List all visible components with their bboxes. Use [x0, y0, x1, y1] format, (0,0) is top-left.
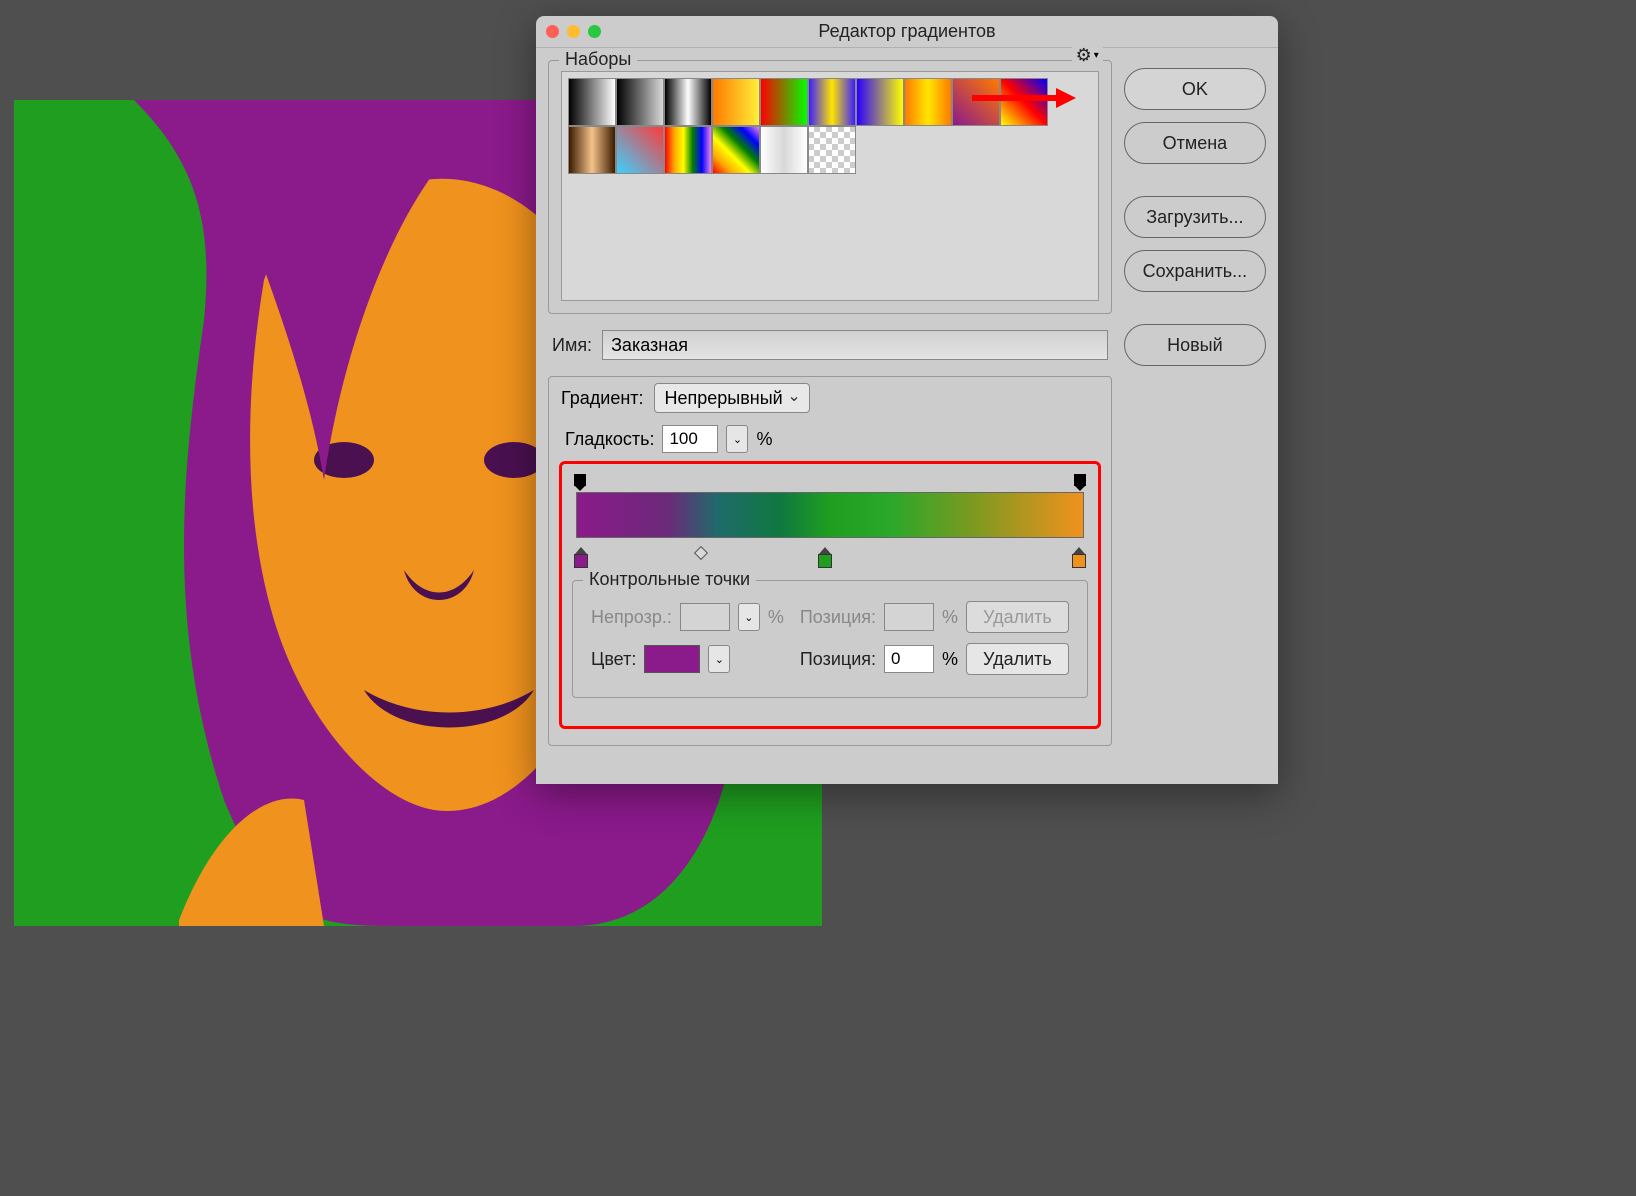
preset-swatch[interactable]	[808, 126, 856, 174]
color-position-unit: %	[942, 649, 958, 670]
preset-swatch[interactable]	[904, 78, 952, 126]
close-icon[interactable]	[546, 25, 559, 38]
control-points-legend: Контрольные точки	[583, 569, 756, 590]
preset-swatch[interactable]	[616, 78, 664, 126]
presets-fieldset: Наборы ⚙ ▾	[548, 60, 1112, 314]
ok-button[interactable]: OK	[1124, 68, 1266, 110]
preset-swatch[interactable]	[712, 126, 760, 174]
preset-swatch[interactable]	[808, 78, 856, 126]
color-label: Цвет:	[591, 649, 636, 670]
opacity-unit: %	[768, 607, 784, 628]
preset-swatch[interactable]	[568, 126, 616, 174]
preset-swatch[interactable]	[856, 78, 904, 126]
titlebar: Редактор градиентов	[536, 16, 1278, 48]
new-button[interactable]: Новый	[1124, 324, 1266, 366]
presets-list[interactable]	[561, 71, 1099, 301]
gradient-editor-dialog: Редактор градиентов Наборы ⚙ ▾ Имя: Град	[536, 16, 1278, 784]
preset-swatch[interactable]	[664, 126, 712, 174]
opacity-dropdown: ⌄	[738, 603, 760, 631]
color-swatch[interactable]	[644, 645, 700, 673]
opacity-label: Непрозр.:	[591, 607, 672, 628]
save-button[interactable]: Сохранить...	[1124, 250, 1266, 292]
preset-swatch[interactable]	[616, 126, 664, 174]
smoothness-dropdown[interactable]: ⌄	[726, 425, 748, 453]
color-dropdown[interactable]: ⌄	[708, 645, 730, 673]
maximize-icon[interactable]	[588, 25, 601, 38]
window-controls	[546, 25, 601, 38]
presets-legend: Наборы	[559, 49, 637, 70]
preset-swatch[interactable]	[568, 78, 616, 126]
smoothness-label: Гладкость:	[565, 429, 654, 450]
preset-swatch[interactable]	[760, 126, 808, 174]
name-input[interactable]	[602, 330, 1108, 360]
cancel-button[interactable]: Отмена	[1124, 122, 1266, 164]
color-position-input[interactable]	[884, 645, 934, 673]
gradient-type-select[interactable]: Непрерывный	[654, 383, 810, 413]
smoothness-unit: %	[756, 429, 772, 450]
gradient-bar-area[interactable]	[572, 474, 1088, 568]
gradient-highlight: Контрольные точки Непрозр.: ⌄ % Позиция:…	[559, 461, 1101, 729]
opacity-stop-right[interactable]	[1072, 474, 1088, 490]
opacity-delete-button: Удалить	[966, 601, 1069, 633]
opacity-stop-left[interactable]	[572, 474, 588, 490]
color-delete-button[interactable]: Удалить	[966, 643, 1069, 675]
midpoint-marker[interactable]	[694, 546, 708, 560]
color-stop-3[interactable]	[1070, 547, 1088, 568]
control-points-fieldset: Контрольные точки Непрозр.: ⌄ % Позиция:…	[572, 580, 1088, 698]
smoothness-input[interactable]	[662, 425, 718, 453]
preset-swatch[interactable]	[664, 78, 712, 126]
color-position-label: Позиция:	[800, 649, 876, 670]
load-button[interactable]: Загрузить...	[1124, 196, 1266, 238]
gear-icon[interactable]: ⚙	[1076, 45, 1092, 66]
minimize-icon[interactable]	[567, 25, 580, 38]
gear-dropdown-icon[interactable]: ▾	[1094, 50, 1099, 61]
preset-swatch[interactable]	[1000, 78, 1048, 126]
preset-swatch[interactable]	[712, 78, 760, 126]
opacity-position-unit: %	[942, 607, 958, 628]
dialog-title: Редактор градиентов	[536, 21, 1278, 42]
opacity-input	[680, 603, 730, 631]
preset-swatch[interactable]	[760, 78, 808, 126]
gradient-type-label: Градиент:	[561, 388, 644, 409]
color-stop-2[interactable]	[816, 547, 834, 568]
color-stop-1[interactable]	[572, 547, 590, 568]
gradient-bar[interactable]	[576, 492, 1084, 538]
name-label: Имя:	[552, 335, 592, 356]
preset-swatch[interactable]	[952, 78, 1000, 126]
opacity-position-label: Позиция:	[800, 607, 876, 628]
gradient-fieldset: Градиент: Непрерывный Гладкость: ⌄ %	[548, 376, 1112, 746]
opacity-position-input	[884, 603, 934, 631]
